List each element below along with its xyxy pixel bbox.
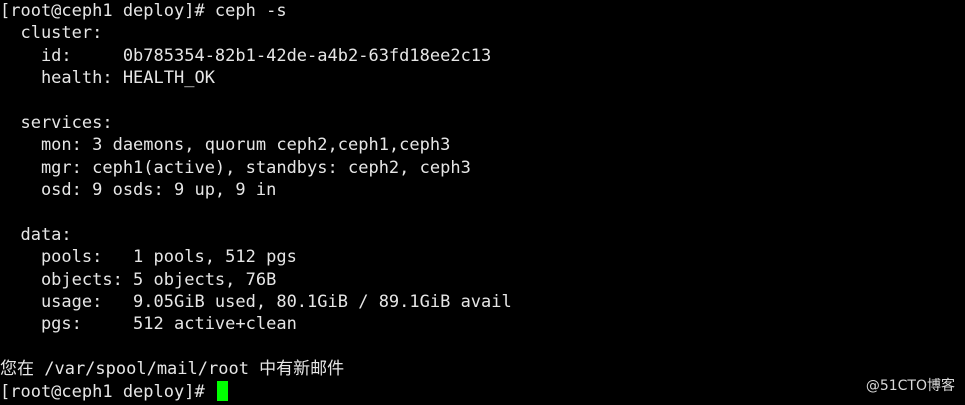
data-pgs-line: pgs: 512 active+clean <box>0 314 297 335</box>
mail-notice-line: 您在 /var/spool/mail/root 中有新邮件 <box>0 359 345 380</box>
final-prompt-line[interactable]: [root@ceph1 deploy]# <box>0 380 965 403</box>
cluster-id-line: id: 0b785354-82b1-42de-a4b2-63fd18ee2c13 <box>0 45 492 66</box>
cluster-health-line: health: HEALTH_OK <box>0 68 215 89</box>
cluster-section-header: cluster: <box>0 23 103 44</box>
services-osd-line: osd: 9 osds: 9 up, 9 in <box>0 180 277 201</box>
terminal-window[interactable]: [root@ceph1 deploy]# ceph -s cluster: id… <box>0 0 965 405</box>
data-section-header: data: <box>0 224 72 245</box>
terminal-cursor[interactable] <box>216 380 228 401</box>
services-mon-line: mon: 3 daemons, quorum ceph2,ceph1,ceph3 <box>0 135 451 156</box>
data-pools-line: pools: 1 pools, 512 pgs <box>0 247 297 268</box>
final-prompt-text: [root@ceph1 deploy]# <box>0 381 215 402</box>
data-objects-line: objects: 5 objects, 76B <box>0 269 277 290</box>
services-section-header: services: <box>0 112 113 133</box>
watermark-text: @51CTO博客 <box>865 378 955 394</box>
command-line: [root@ceph1 deploy]# ceph -s <box>0 1 287 21</box>
data-usage-line: usage: 9.05GiB used, 80.1GiB / 89.1GiB a… <box>0 292 512 313</box>
services-mgr-line: mgr: ceph1(active), standbys: ceph2, cep… <box>0 157 471 178</box>
